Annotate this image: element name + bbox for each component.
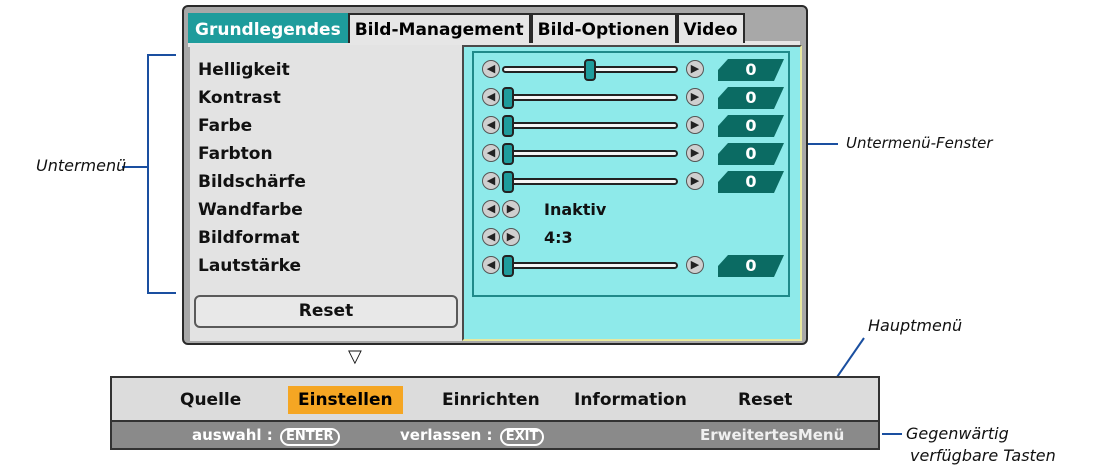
slider-track[interactable] — [502, 94, 678, 101]
value-row: ◀ ▶ Inaktiv — [474, 197, 784, 223]
tab-grundlegendes[interactable]: Grundlegendes — [188, 13, 348, 43]
menu-item-wandfarbe[interactable]: Wandfarbe — [198, 197, 303, 223]
value-row: ◀ ▶ 0 — [474, 141, 784, 167]
advanced-menu-label[interactable]: ErweitertesMenü — [700, 425, 844, 445]
select-value: Inaktiv — [544, 200, 607, 219]
tab-bild-optionen[interactable]: Bild-Optionen — [530, 13, 677, 43]
right-arrow-icon[interactable]: ▶ — [686, 60, 704, 78]
slider-track[interactable] — [502, 122, 678, 129]
exit-key-chip: EXIT — [499, 428, 545, 446]
slider-track[interactable] — [502, 262, 678, 269]
enter-key-chip: ENTER — [279, 428, 340, 446]
value-row: ◀ ▶ 0 — [474, 113, 784, 139]
right-arrow-icon[interactable]: ▶ — [502, 228, 520, 246]
select-label: auswahl : — [192, 426, 273, 444]
reset-button[interactable]: Reset — [194, 295, 458, 328]
value-row: ◀ ▶ 0 — [474, 57, 784, 83]
annotation-hauptmenu: Hauptmenü — [868, 316, 963, 335]
annotation-tasten-line1: Gegenwärtig — [906, 424, 1009, 443]
left-arrow-icon[interactable]: ◀ — [482, 116, 500, 134]
value-row: ◀ ▶ 4:3 — [474, 225, 784, 251]
left-arrow-icon[interactable]: ◀ — [482, 256, 500, 274]
annotation-untermenu: Untermenü — [36, 156, 127, 175]
main-menu-einrichten[interactable]: Einrichten — [442, 386, 540, 414]
value-display: 0 — [718, 87, 784, 109]
value-display: 0 — [718, 171, 784, 193]
submenu-value-panel: ◀ ▶ 0 ◀ ▶ 0 ◀ ▶ 0 ◀ ▶ 0 ◀ ▶ 0 ◀ ▶ Inaktiv ◀ ▶ 4:3 ◀ ▶ 0 — [462, 45, 802, 341]
menu-item-lautstaerke[interactable]: Lautstärke — [198, 253, 301, 279]
menu-item-farbe[interactable]: Farbe — [198, 113, 252, 139]
value-row: ◀ ▶ 0 — [474, 169, 784, 195]
slider-thumb[interactable] — [502, 87, 514, 109]
slider-thumb[interactable] — [584, 59, 596, 81]
down-triangle-icon: ▽ — [348, 346, 362, 367]
value-display: 0 — [718, 59, 784, 81]
slider-thumb[interactable] — [502, 143, 514, 165]
tab-bar: Grundlegendes Bild-Management Bild-Optio… — [188, 13, 745, 43]
slider-track[interactable] — [502, 178, 678, 185]
menu-item-helligkeit[interactable]: Helligkeit — [198, 57, 290, 83]
left-arrow-icon[interactable]: ◀ — [482, 172, 500, 190]
value-row: ◀ ▶ 0 — [474, 85, 784, 111]
value-list: ◀ ▶ 0 ◀ ▶ 0 ◀ ▶ 0 ◀ ▶ 0 ◀ ▶ 0 ◀ ▶ Inaktiv ◀ ▶ 4:3 ◀ ▶ 0 — [472, 51, 790, 297]
exit-hint: verlassen : EXIT — [400, 425, 545, 446]
menu-item-bildschaerfe[interactable]: Bildschärfe — [198, 169, 306, 195]
right-arrow-icon[interactable]: ▶ — [686, 88, 704, 106]
value-display: 0 — [718, 115, 784, 137]
left-arrow-icon[interactable]: ◀ — [482, 88, 500, 106]
submenu-list: Helligkeit Kontrast Farbe Farbton Bildsc… — [190, 45, 462, 341]
right-arrow-icon[interactable]: ▶ — [502, 200, 520, 218]
menu-item-bildformat[interactable]: Bildformat — [198, 225, 300, 251]
slider-thumb[interactable] — [502, 255, 514, 277]
tab-bild-management[interactable]: Bild-Management — [347, 13, 531, 43]
main-menu: Quelle Einstellen Einrichten Information… — [110, 376, 880, 422]
select-value: 4:3 — [544, 228, 573, 247]
right-arrow-icon[interactable]: ▶ — [686, 144, 704, 162]
left-arrow-icon[interactable]: ◀ — [482, 228, 500, 246]
main-menu-information[interactable]: Information — [574, 386, 687, 414]
left-arrow-icon[interactable]: ◀ — [482, 60, 500, 78]
right-arrow-icon[interactable]: ▶ — [686, 256, 704, 274]
main-menu-reset[interactable]: Reset — [738, 386, 792, 414]
right-arrow-icon[interactable]: ▶ — [686, 172, 704, 190]
value-display: 0 — [718, 143, 784, 165]
exit-label: verlassen : — [400, 426, 493, 444]
main-menu-quelle[interactable]: Quelle — [180, 386, 241, 414]
left-arrow-icon[interactable]: ◀ — [482, 144, 500, 162]
value-display: 0 — [718, 255, 784, 277]
slider-track[interactable] — [502, 150, 678, 157]
annotation-untermenu-fenster: Untermenü-Fenster — [846, 134, 993, 152]
slider-thumb[interactable] — [502, 115, 514, 137]
value-row: ◀ ▶ 0 — [474, 253, 784, 279]
main-menu-einstellen[interactable]: Einstellen — [288, 386, 403, 414]
right-arrow-icon[interactable]: ▶ — [686, 116, 704, 134]
menu-item-farbton[interactable]: Farbton — [198, 141, 273, 167]
annotation-tasten-line2: verfügbare Tasten — [910, 446, 1056, 465]
submenu-window: Grundlegendes Bild-Management Bild-Optio… — [182, 5, 808, 345]
left-arrow-icon[interactable]: ◀ — [482, 200, 500, 218]
status-bar: auswahl : ENTER verlassen : EXIT Erweite… — [110, 422, 880, 450]
slider-thumb[interactable] — [502, 171, 514, 193]
tab-video[interactable]: Video — [676, 13, 745, 43]
select-hint: auswahl : ENTER — [192, 425, 340, 446]
menu-item-kontrast[interactable]: Kontrast — [198, 85, 281, 111]
